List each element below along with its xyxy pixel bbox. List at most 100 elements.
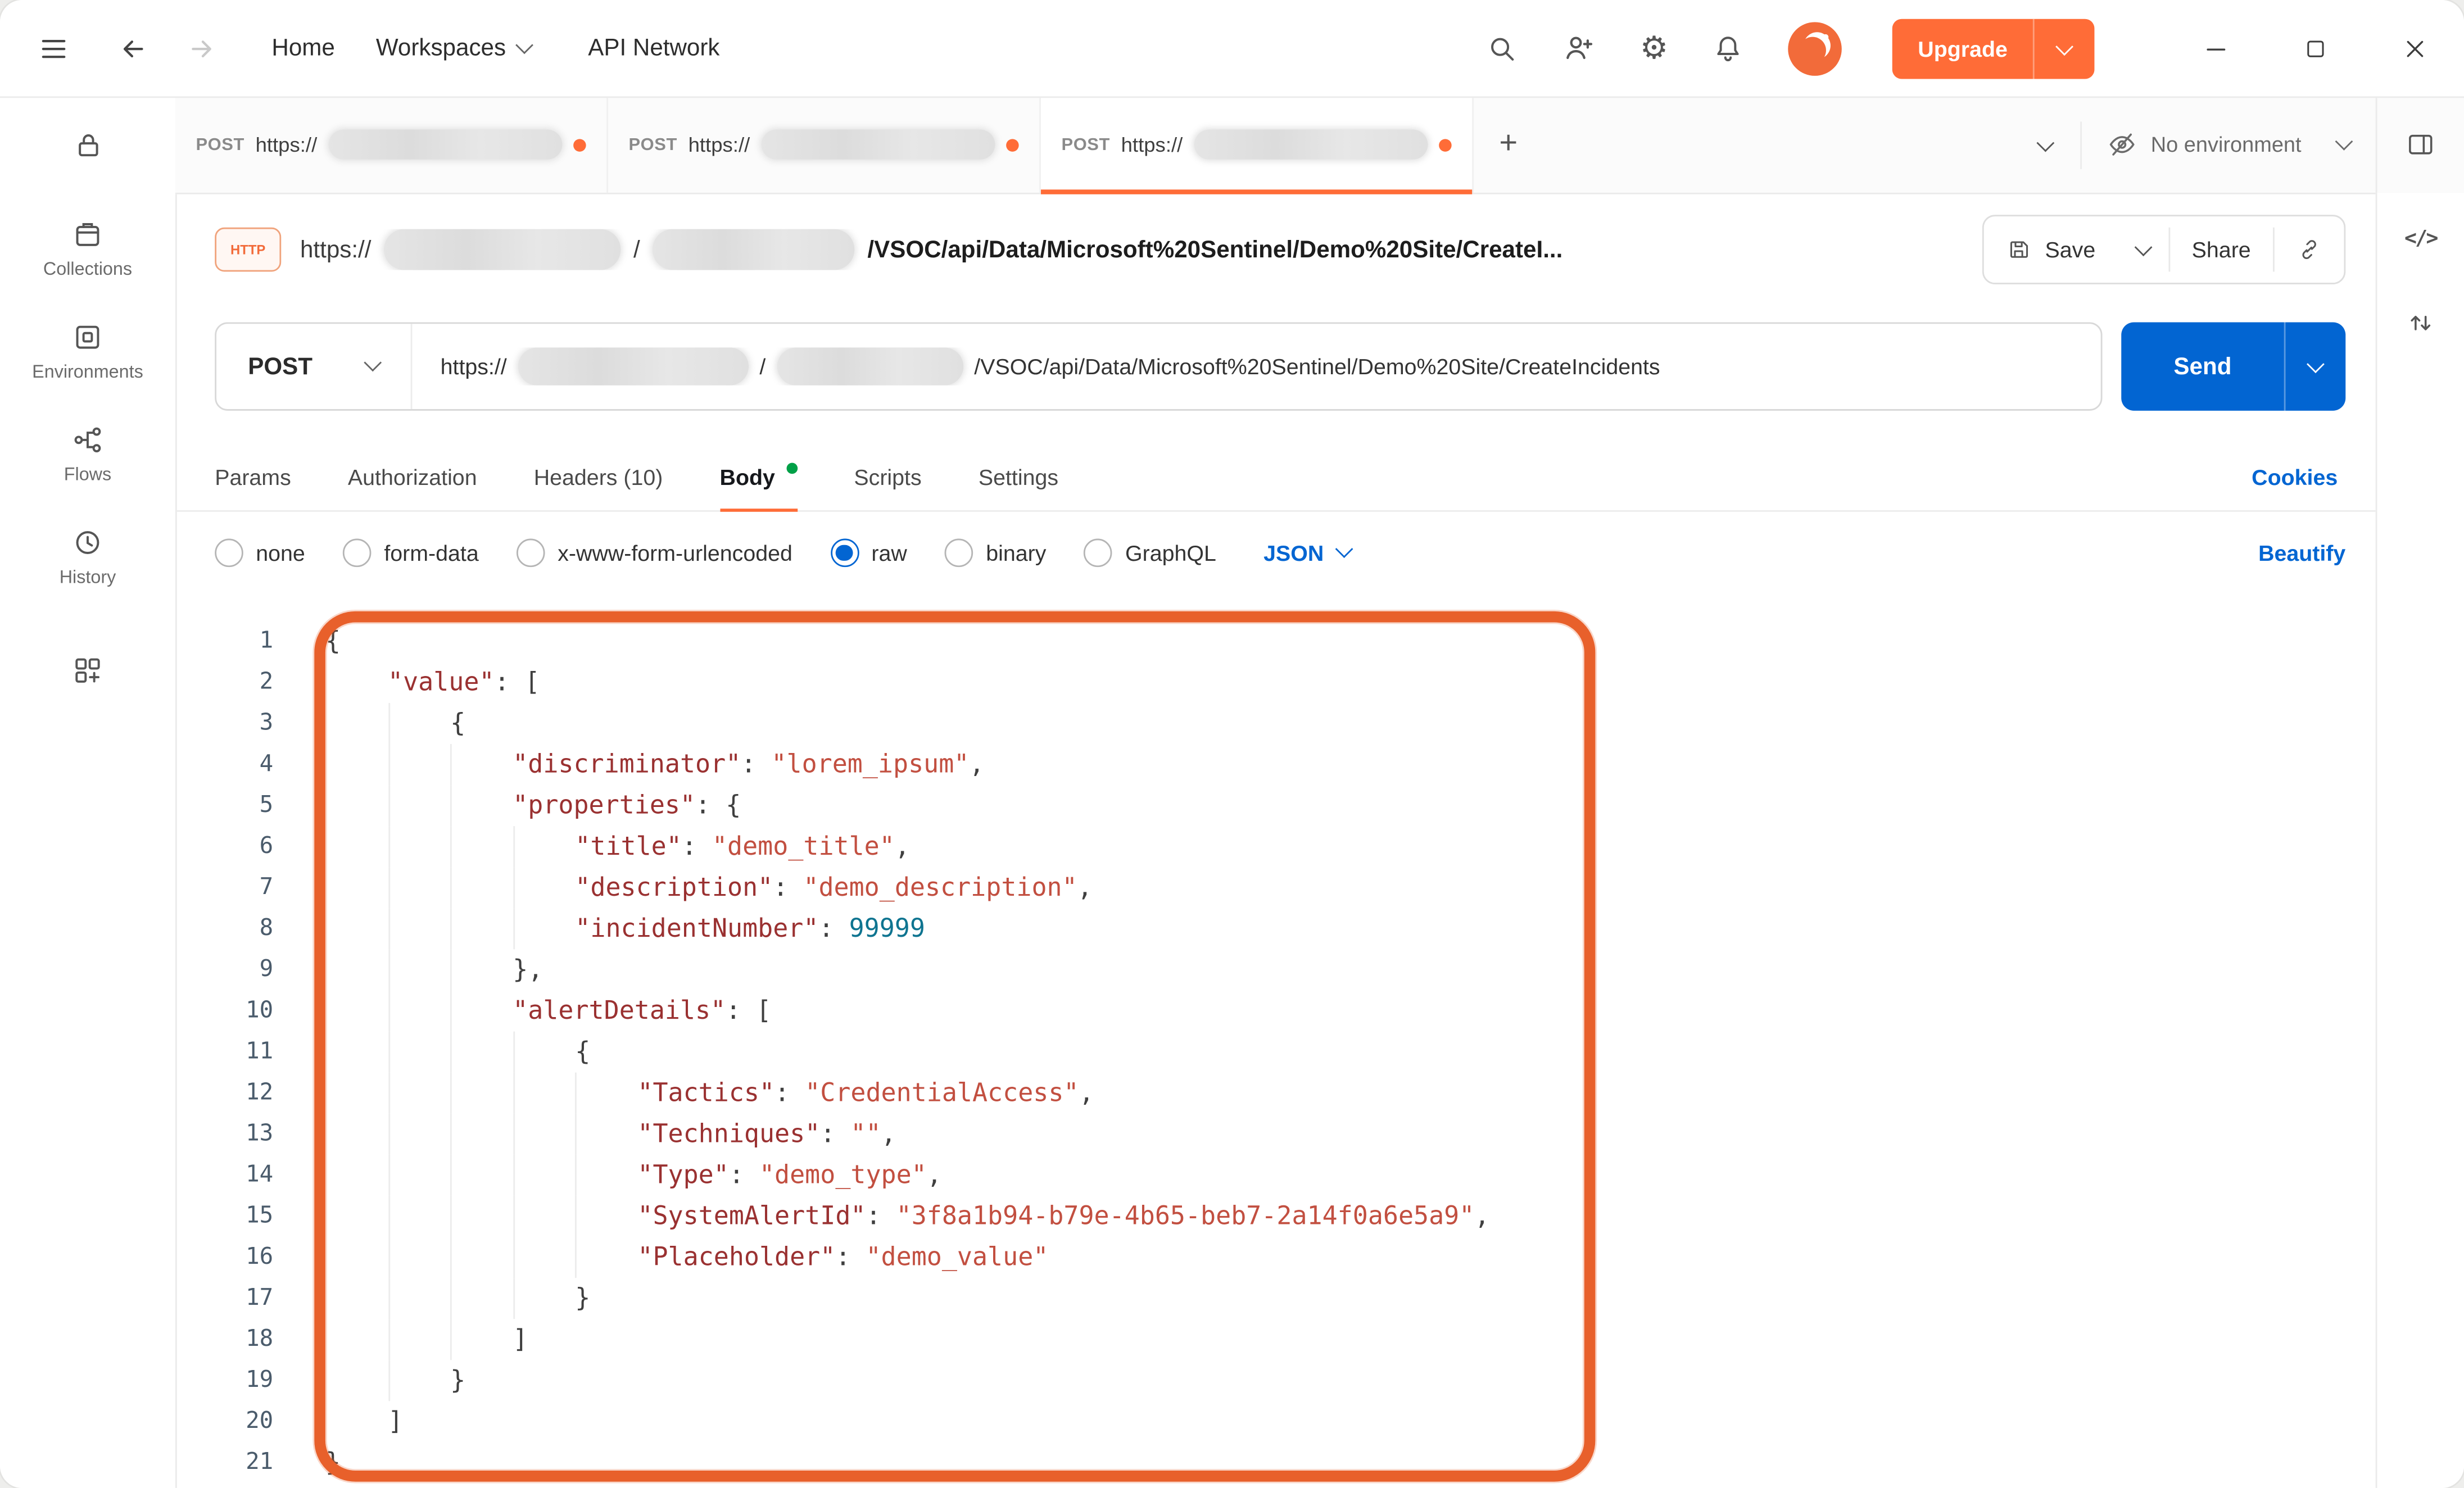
nav-workspaces[interactable]: Workspaces <box>376 35 531 62</box>
sidebar-item-environments[interactable]: Environments <box>32 321 143 383</box>
environment-quicklook-panel-icon[interactable] <box>2376 96 2464 192</box>
environment-eye-icon <box>2107 130 2136 160</box>
share-button[interactable]: Share <box>2169 216 2273 283</box>
code-line: } <box>325 1360 2330 1401</box>
sidebar-more-modules[interactable] <box>71 654 104 695</box>
account-avatar-logo[interactable] <box>1788 21 1842 75</box>
code-line: { <box>325 621 2330 662</box>
forward-arrow-icon[interactable] <box>174 20 230 76</box>
open-tabs-dropdown[interactable] <box>2010 138 2080 151</box>
radio-form-data[interactable]: form-data <box>343 539 478 568</box>
tab-authorization[interactable]: Authorization <box>348 442 477 510</box>
code-line: "discriminator": "lorem_ipsum", <box>325 744 2330 785</box>
beautify-link[interactable]: Beautify <box>2258 540 2345 565</box>
method-selector[interactable]: POST <box>216 324 412 409</box>
upgrade-dropdown[interactable] <box>2033 18 2095 78</box>
maximize-button[interactable] <box>2303 35 2328 61</box>
save-button[interactable]: Save <box>1983 216 2118 283</box>
tab-label: Scripts <box>854 464 921 489</box>
hamburger-menu-icon[interactable] <box>25 20 82 76</box>
sidebar-item-history[interactable]: History <box>60 526 116 588</box>
collections-icon <box>71 218 104 251</box>
send-button[interactable]: Send <box>2121 322 2345 410</box>
line-number: 10 <box>175 990 273 1031</box>
code-line: "alertDetails": [ <box>325 990 2330 1031</box>
upgrade-label: Upgrade <box>1892 18 2033 78</box>
sidebar-item-flows[interactable]: Flows <box>64 423 111 485</box>
radio-graphql[interactable]: GraphQL <box>1084 539 1216 568</box>
cookies-link[interactable]: Cookies <box>2252 442 2338 510</box>
request-tab-1[interactable]: POST https:// <box>175 96 608 192</box>
url-path: /VSOC/api/Data/Microsoft%20Sentinel/Demo… <box>974 354 1660 379</box>
line-number: 12 <box>175 1073 273 1114</box>
upgrade-button[interactable]: Upgrade <box>1892 18 2094 78</box>
request-tab-2[interactable]: POST https:// <box>608 96 1041 192</box>
invite-user-icon[interactable] <box>1562 31 1596 65</box>
back-arrow-icon[interactable] <box>104 20 161 76</box>
radio-x-www-form-urlencoded[interactable]: x-www-form-urlencoded <box>517 539 792 568</box>
copy-link-button[interactable] <box>2275 216 2344 283</box>
code-line: "properties": { <box>325 785 2330 826</box>
tab-url-prefix: https:// <box>256 133 318 156</box>
line-number: 17 <box>175 1278 273 1319</box>
save-dropdown[interactable] <box>2118 216 2168 283</box>
editor-code[interactable]: {"value": [{"discriminator": "lorem_ipsu… <box>325 621 2330 1484</box>
minimize-button[interactable] <box>2202 34 2231 62</box>
body-editor[interactable]: 123456789101112131415161718192021 {"valu… <box>175 605 2377 1488</box>
url-path-truncated: /VSOC/api/Data/Microsoft%20Sentinel/Demo… <box>867 236 1562 263</box>
send-dropdown[interactable] <box>2284 322 2346 410</box>
line-number: 15 <box>175 1196 273 1237</box>
code-line: "Placeholder": "demo_value" <box>325 1237 2330 1278</box>
radio-label: binary <box>986 540 1046 565</box>
nav-home[interactable]: Home <box>271 35 334 62</box>
editor-gutter: 123456789101112131415161718192021 <box>175 621 273 1484</box>
radio-binary[interactable]: binary <box>945 539 1046 568</box>
sidebar-item-collections[interactable]: Collections <box>43 218 132 280</box>
code-line: "Type": "demo_type", <box>325 1155 2330 1196</box>
chevron-down-icon <box>2307 355 2325 373</box>
settings-gear-icon[interactable]: ⚙ <box>1640 33 1668 64</box>
tab-label: Authorization <box>348 464 477 489</box>
tab-url-prefix: https:// <box>689 133 750 156</box>
format-selector[interactable]: JSON <box>1263 540 1351 565</box>
line-number: 14 <box>175 1155 273 1196</box>
redacted-url-segment <box>653 229 855 270</box>
request-panel: HTTP https:// / /VSOC/api/Data/Microsoft… <box>175 193 2377 1488</box>
save-share-group: Save Share <box>1982 215 2345 284</box>
modules-grid-icon <box>71 654 104 687</box>
tab-settings[interactable]: Settings <box>979 442 1058 510</box>
environments-icon <box>71 321 104 354</box>
nav-api-network[interactable]: API Network <box>588 35 719 62</box>
radio-none[interactable]: none <box>215 539 305 568</box>
radio-raw-selected[interactable]: raw <box>830 539 907 568</box>
tab-body-active[interactable]: Body <box>720 442 798 510</box>
send-label: Send <box>2121 322 2284 410</box>
sync-arrows-icon[interactable] <box>2406 308 2435 338</box>
tab-scripts[interactable]: Scripts <box>854 442 921 510</box>
line-number: 1 <box>175 621 273 662</box>
search-icon[interactable] <box>1487 33 1518 64</box>
line-number: 20 <box>175 1401 273 1442</box>
code-line: } <box>325 1442 2330 1483</box>
save-floppy-icon <box>2005 237 2031 262</box>
url-separator: / <box>633 236 640 263</box>
tab-headers[interactable]: Headers (10) <box>534 442 663 510</box>
request-tab-3-active[interactable]: POST https:// <box>1041 96 1474 192</box>
code-snippet-icon[interactable]: </> <box>2404 228 2437 251</box>
tab-bar-right: No environment <box>2010 96 2464 192</box>
chevron-down-icon <box>364 353 382 371</box>
sidebar-item-label: Collections <box>43 261 132 280</box>
tab-params[interactable]: Params <box>215 442 291 510</box>
code-line: "Techniques": "", <box>325 1114 2330 1155</box>
request-config-tabs: Params Authorization Headers (10) Body S… <box>175 442 2377 512</box>
line-number: 19 <box>175 1360 273 1401</box>
history-clock-icon <box>71 526 104 559</box>
notifications-bell-icon[interactable] <box>1713 33 1744 64</box>
request-url-input[interactable]: https:// / /VSOC/api/Data/Microsoft%20Se… <box>412 347 2101 385</box>
sidebar-lock[interactable] <box>0 96 175 192</box>
code-line: "value": [ <box>325 662 2330 703</box>
new-tab-button[interactable]: + <box>1474 96 1543 192</box>
body-content-dot <box>786 463 798 474</box>
environment-selector[interactable]: No environment <box>2081 130 2376 160</box>
close-button[interactable] <box>2401 34 2430 62</box>
